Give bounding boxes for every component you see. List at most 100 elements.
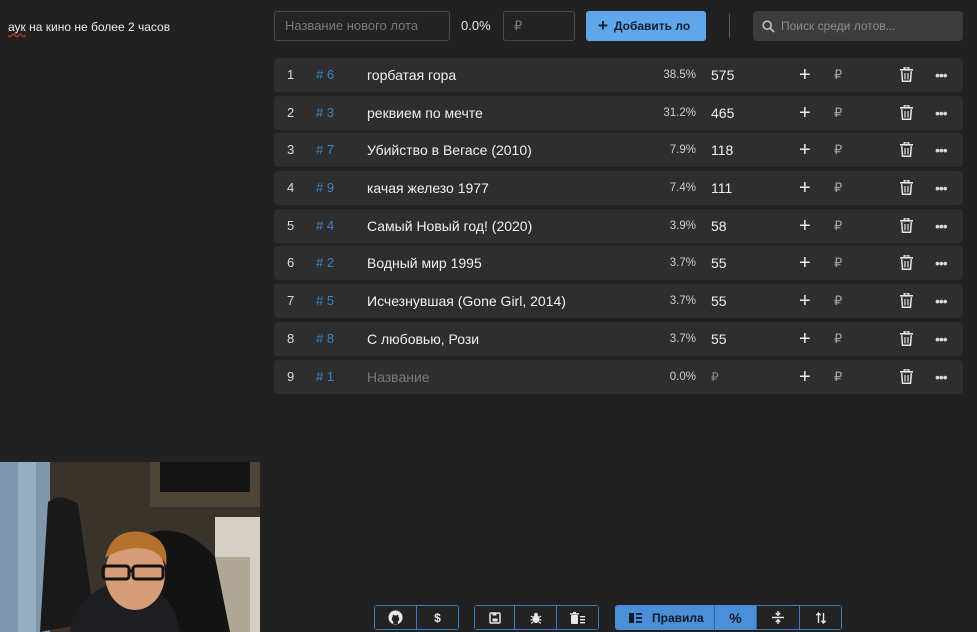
lot-id: # 6	[316, 67, 335, 82]
dollar-icon: $	[434, 610, 441, 625]
top-toolbar: Название нового лота 0.0% ₽ + Добавить ло…	[274, 11, 963, 41]
lot-name-field[interactable]: С любовью, Рози	[367, 322, 479, 356]
lot-rank: 3	[287, 142, 295, 158]
lot-id: # 3	[316, 104, 335, 120]
rules-button[interactable]: Правила	[615, 605, 715, 630]
search-icon	[762, 20, 775, 33]
lot-rank: 9	[287, 368, 295, 384]
search-placeholder: Поиск среди лотов...	[781, 19, 896, 33]
lot-name-field[interactable]: Название	[367, 360, 430, 394]
add-amount-plus-icon[interactable]: +	[799, 360, 811, 394]
lot-amount[interactable]: 465	[711, 96, 734, 130]
currency-icon[interactable]: ₽	[834, 171, 842, 205]
lot-row: 1 # 6 горбатая гора 38.5% 575 + ₽ •••	[274, 58, 963, 92]
donate-button[interactable]: $	[417, 605, 459, 630]
lot-amount[interactable]: 55	[711, 246, 727, 280]
lot-name-field[interactable]: Водный мир 1995	[367, 246, 482, 280]
lot-amount[interactable]: ₽	[711, 360, 719, 394]
add-amount-plus-icon[interactable]: +	[799, 209, 811, 243]
currency-icon[interactable]: ₽	[834, 322, 842, 356]
sort-button[interactable]	[800, 605, 842, 630]
lot-name-field[interactable]: горбатая гора	[367, 58, 456, 92]
more-icon[interactable]: •••	[935, 58, 948, 92]
add-lot-label: Добавить ло	[613, 19, 691, 33]
webcam-image	[0, 462, 260, 632]
more-icon[interactable]: •••	[935, 96, 948, 130]
plus-icon: +	[598, 16, 608, 35]
lot-id: # 1	[316, 368, 335, 384]
github-button[interactable]	[374, 605, 417, 630]
rules-label: Правила	[652, 610, 704, 625]
lot-percent: 0.0%	[669, 370, 696, 383]
lot-id: # 5	[316, 293, 335, 309]
lot-amount[interactable]: 111	[711, 171, 732, 205]
lot-name-field[interactable]: Исчезнувшая (Gone Girl, 2014)	[367, 284, 566, 318]
more-icon[interactable]: •••	[935, 246, 948, 280]
add-amount-plus-icon[interactable]: +	[799, 246, 811, 280]
add-amount-plus-icon[interactable]: +	[799, 171, 811, 205]
more-icon[interactable]: •••	[935, 209, 948, 243]
lot-percent: 3.7%	[669, 332, 696, 345]
lot-rank: 5	[287, 217, 295, 233]
clear-all-button[interactable]	[557, 605, 599, 630]
currency-icon[interactable]: ₽	[834, 133, 842, 167]
lot-rank: 7	[287, 293, 295, 309]
trash-icon[interactable]	[900, 254, 913, 271]
lot-row: 6 # 2 Водный мир 1995 3.7% 55 + ₽ •••	[274, 246, 963, 281]
note-prefix: аук	[8, 20, 26, 34]
add-amount-plus-icon[interactable]: +	[799, 322, 811, 356]
lot-rank: 8	[287, 330, 295, 346]
save-icon	[488, 611, 501, 624]
currency-icon[interactable]: ₽	[834, 96, 842, 130]
trash-icon[interactable]	[900, 141, 913, 158]
trash-icon[interactable]	[900, 179, 913, 196]
more-icon[interactable]: •••	[935, 284, 948, 318]
lot-amount[interactable]: 58	[711, 209, 727, 243]
save-button[interactable]	[474, 605, 515, 630]
more-icon[interactable]: •••	[935, 171, 948, 205]
trash-list-icon	[570, 611, 585, 624]
currency-icon[interactable]: ₽	[834, 246, 842, 280]
lot-search-input[interactable]: Поиск среди лотов...	[753, 11, 963, 41]
add-amount-plus-icon[interactable]: +	[799, 133, 811, 167]
add-amount-plus-icon[interactable]: +	[799, 284, 811, 318]
lot-name-field[interactable]: Самый Новый год! (2020)	[367, 209, 532, 243]
add-amount-plus-icon[interactable]: +	[799, 96, 811, 130]
currency-icon[interactable]: ₽	[834, 360, 842, 394]
webcam-overlay	[0, 462, 260, 632]
tools-group	[474, 605, 599, 630]
bug-button[interactable]	[515, 605, 557, 630]
currency-icon[interactable]: ₽	[834, 209, 842, 243]
lot-percent: 38.5%	[663, 69, 696, 81]
percent-icon: %	[729, 609, 742, 626]
toolbar-divider	[729, 14, 730, 38]
trash-icon[interactable]	[900, 217, 913, 233]
trash-icon[interactable]	[900, 66, 913, 82]
compact-view-button[interactable]	[757, 605, 800, 630]
lot-row: 5 # 4 Самый Новый год! (2020) 3.9% 58 + ₽ •••	[274, 208, 963, 243]
percent-toggle-button[interactable]: %	[715, 605, 757, 630]
more-icon[interactable]: •••	[935, 360, 948, 394]
more-icon[interactable]: •••	[935, 322, 948, 356]
currency-icon[interactable]: ₽	[834, 284, 842, 318]
lot-name-field[interactable]: качая железо 1977	[367, 171, 489, 205]
lot-amount[interactable]: 55	[711, 322, 727, 356]
new-lot-amount-input[interactable]: ₽	[503, 11, 575, 41]
add-amount-plus-icon[interactable]: +	[799, 58, 811, 92]
trash-icon[interactable]	[900, 104, 913, 120]
lot-name-field[interactable]: реквием по мечте	[367, 96, 483, 130]
more-icon[interactable]: •••	[935, 133, 948, 167]
lot-amount[interactable]: 55	[711, 284, 727, 318]
new-lot-percent: 0.0%	[461, 18, 491, 33]
lot-amount[interactable]: 575	[711, 58, 734, 92]
add-lot-button[interactable]: + Добавить ло	[586, 11, 706, 41]
lot-percent: 3.7%	[669, 295, 696, 308]
trash-icon[interactable]	[900, 292, 913, 309]
new-lot-name-input[interactable]: Название нового лота	[274, 11, 450, 41]
currency-icon[interactable]: ₽	[834, 58, 842, 92]
lot-amount[interactable]: 118	[711, 133, 733, 167]
trash-icon[interactable]	[900, 330, 913, 346]
lot-name-field[interactable]: Убийство в Вегасе (2010)	[367, 133, 532, 167]
lot-rank: 6	[287, 255, 295, 271]
trash-icon[interactable]	[900, 367, 913, 384]
